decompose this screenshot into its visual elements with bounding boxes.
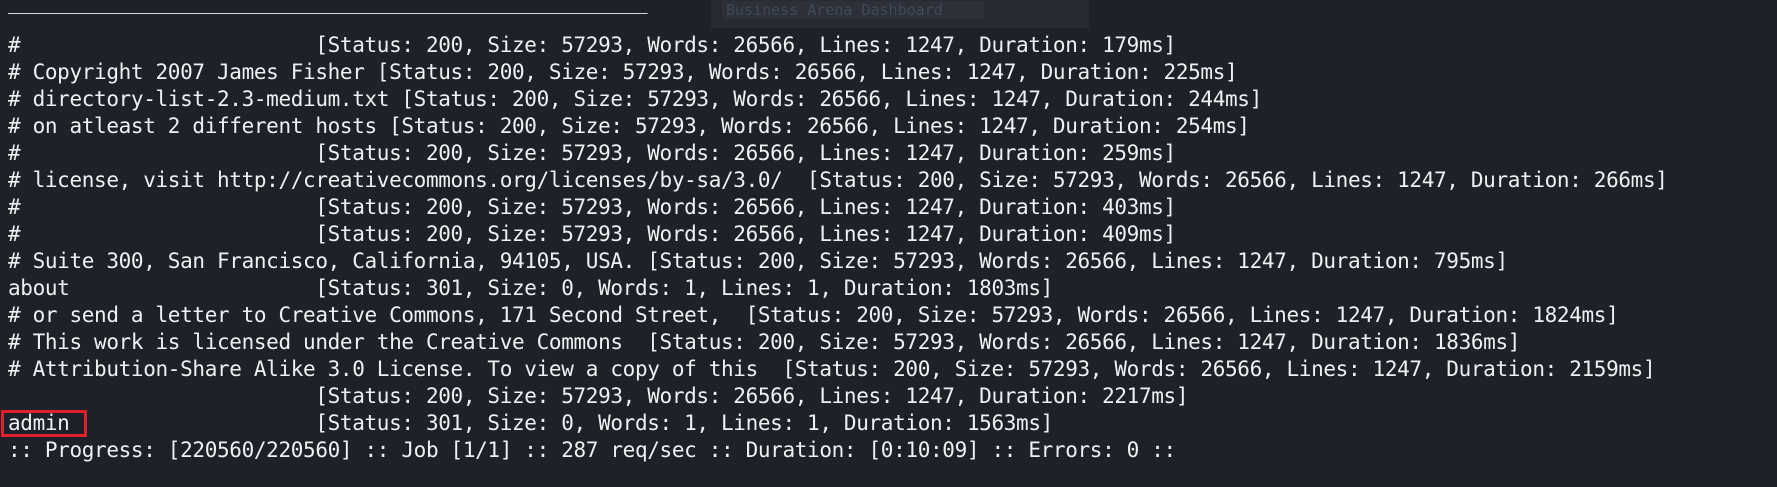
output-line: # directory-list-2.3-medium.txt [Status:… xyxy=(8,87,1262,111)
output-line: # [Status: 200, Size: 57293, Words: 2656… xyxy=(8,33,1176,57)
output-line: # on atleast 2 different hosts [Status: … xyxy=(8,114,1250,138)
output-line: # [Status: 200, Size: 57293, Words: 2656… xyxy=(8,141,1176,165)
output-line: about [Status: 301, Size: 0, Words: 1, L… xyxy=(8,276,1053,300)
background-window-title: Business Arena Dashboard xyxy=(722,1,984,19)
output-line: [Status: 200, Size: 57293, Words: 26566,… xyxy=(8,384,1189,408)
terminal-window[interactable]: Business Arena Dashboard _______________… xyxy=(0,0,1777,487)
output-line: # Suite 300, San Francisco, California, … xyxy=(8,249,1508,273)
output-line: # [Status: 200, Size: 57293, Words: 2656… xyxy=(8,195,1176,219)
progress-line: :: Progress: [220560/220560] :: Job [1/1… xyxy=(8,438,1176,462)
output-line: # or send a letter to Creative Commons, … xyxy=(8,303,1619,327)
admin-highlight-box xyxy=(1,410,87,437)
output-line: # Copyright 2007 James Fisher [Status: 2… xyxy=(8,60,1238,84)
output-line: # This work is licensed under the Creati… xyxy=(8,330,1521,354)
output-line: # [Status: 200, Size: 57293, Words: 2656… xyxy=(8,222,1176,246)
separator-line: ________________________________________… xyxy=(8,0,648,14)
output-line: # license, visit http://creativecommons.… xyxy=(8,168,1668,192)
output-line-admin: admin [Status: 301, Size: 0, Words: 1, L… xyxy=(8,411,1053,435)
output-line: # Attribution-Share Alike 3.0 License. T… xyxy=(8,357,1656,381)
